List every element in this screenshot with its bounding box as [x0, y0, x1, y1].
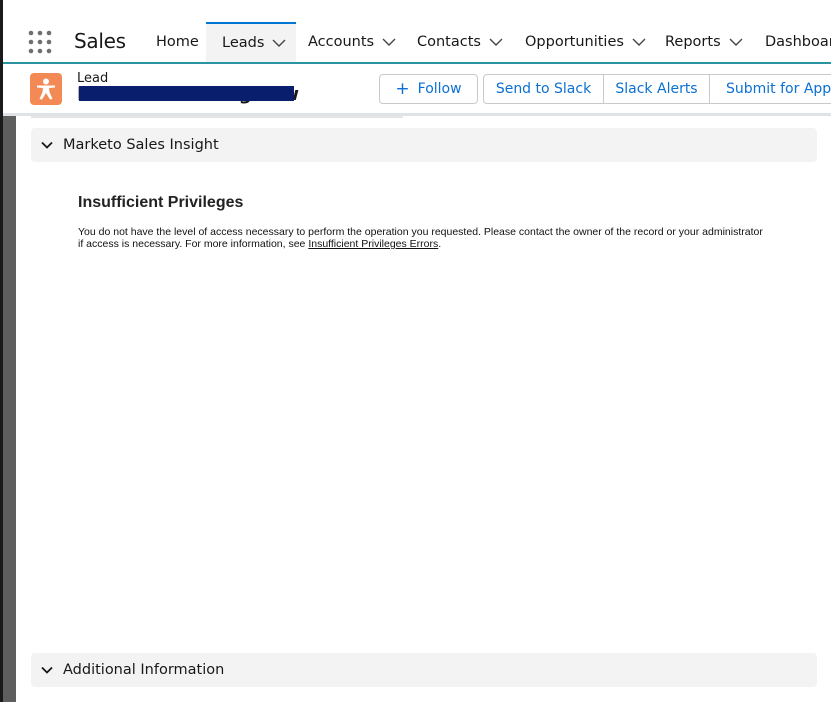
follow-button[interactable]: + Follow	[380, 75, 477, 103]
lead-person-icon	[30, 73, 62, 105]
chevron-down-icon[interactable]	[489, 37, 503, 47]
slack-alerts-button[interactable]: Slack Alerts	[603, 75, 709, 103]
action-button-group: Send to Slack Slack Alerts Submit for Ap…	[483, 74, 831, 104]
chevron-down-icon[interactable]	[272, 38, 286, 48]
nav-item-label: Home	[156, 34, 199, 50]
error-message: You do not have the level of access nece…	[78, 226, 768, 250]
submit-label: Submit for Approval	[726, 81, 831, 97]
send-to-slack-button[interactable]: Send to Slack	[484, 75, 603, 103]
nav-item-opportunities[interactable]: Opportunities	[525, 22, 646, 62]
app-name: Sales	[74, 29, 126, 53]
redaction-bar	[79, 86, 294, 101]
follow-label: Follow	[417, 81, 462, 97]
section-title: Marketo Sales Insight	[63, 137, 219, 153]
chevron-down-icon[interactable]	[41, 141, 53, 149]
nav-item-label: Opportunities	[525, 34, 624, 50]
salesforce-window: Sales Home Leads Accounts Contacts Oppor…	[0, 0, 831, 702]
additional-info-section-header[interactable]: Additional Information	[31, 653, 817, 687]
section-title: Additional Information	[63, 662, 225, 678]
chevron-down-icon[interactable]	[41, 666, 53, 674]
nav-item-leads[interactable]: Leads	[206, 22, 296, 62]
error-title: Insufficient Privileges	[78, 194, 244, 211]
slack-alerts-label: Slack Alerts	[615, 81, 698, 97]
nav-item-label: Contacts	[417, 34, 481, 50]
marketo-section-header[interactable]: Marketo Sales Insight	[31, 128, 817, 162]
nav-item-contacts[interactable]: Contacts	[417, 22, 503, 62]
error-message-trailing: .	[438, 238, 442, 250]
send-to-slack-label: Send to Slack	[495, 81, 592, 97]
insufficient-privileges-link[interactable]: Insufficient Privileges Errors	[308, 238, 438, 250]
nav-item-label: Reports	[665, 34, 721, 50]
record-header: Lead Heather Schmiegelow + Follow Send t…	[3, 62, 831, 116]
submit-for-approval-button[interactable]: Submit for Approval	[709, 75, 831, 103]
nav-item-dashboards[interactable]: Dashboards	[765, 22, 831, 62]
follow-button-group: + Follow	[379, 74, 478, 104]
chevron-down-icon[interactable]	[632, 37, 646, 47]
nav-item-label: Accounts	[308, 34, 375, 50]
section-divider	[31, 116, 403, 118]
nav-item-label: Dashboards	[765, 34, 831, 50]
nav-item-accounts[interactable]: Accounts	[308, 22, 396, 62]
nav-item-reports[interactable]: Reports	[665, 22, 743, 62]
plus-icon: +	[395, 78, 410, 99]
chevron-down-icon[interactable]	[729, 37, 743, 47]
chevron-down-icon[interactable]	[382, 37, 396, 47]
side-scroll-gutter	[3, 116, 16, 702]
app-launcher-grid-icon[interactable]	[28, 30, 52, 54]
nav-item-home[interactable]: Home	[156, 22, 199, 62]
global-nav: Sales Home Leads Accounts Contacts Oppor…	[3, 22, 831, 63]
nav-item-label: Leads	[222, 35, 265, 51]
